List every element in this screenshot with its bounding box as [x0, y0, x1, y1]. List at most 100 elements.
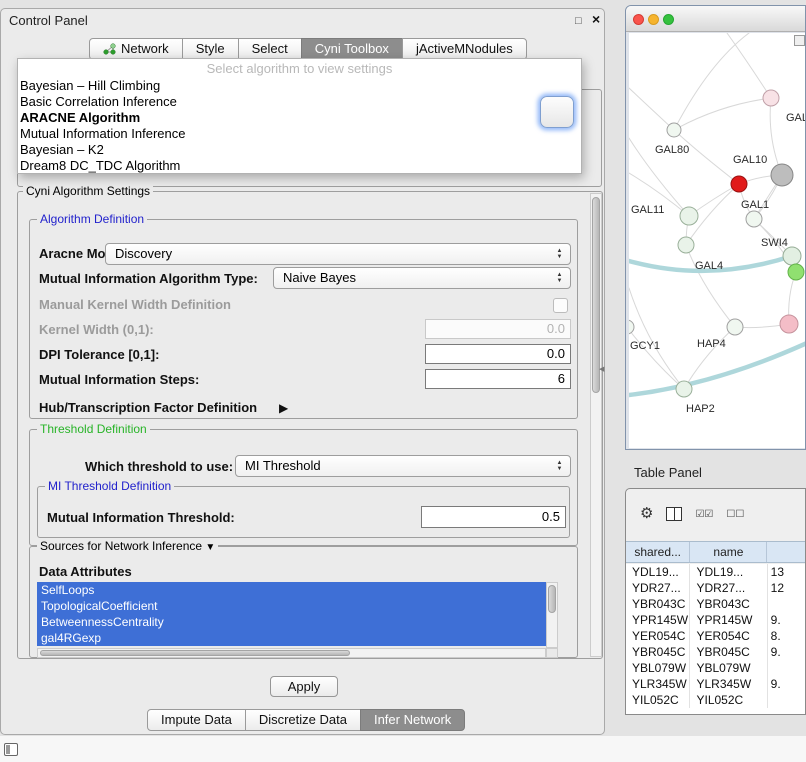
splitter-collapse-icon[interactable]: ◀: [599, 365, 604, 373]
column-header-extra[interactable]: [767, 542, 806, 562]
node-label-gcy1: GCY1: [630, 340, 660, 352]
network-node[interactable]: [783, 247, 801, 265]
network-edge[interactable]: [674, 98, 771, 130]
network-node[interactable]: [771, 164, 793, 186]
network-edge[interactable]: [674, 130, 739, 184]
attribute-list-hscrollbar[interactable]: [37, 648, 546, 658]
table-cell: 8.: [768, 628, 806, 644]
algorithm-option-basic-correlation-inference[interactable]: Basic Correlation Inference: [18, 94, 581, 110]
apply-button[interactable]: Apply: [270, 676, 338, 697]
table-cell: YBR043C: [690, 596, 767, 612]
table-row[interactable]: YER054CYER054C8.: [626, 628, 806, 644]
birds-eye-corner-widget[interactable]: [794, 35, 805, 46]
table-cell: YLR345W: [626, 676, 690, 692]
network-node[interactable]: [763, 90, 779, 106]
docked-panel-icon[interactable]: [4, 743, 18, 756]
table-row[interactable]: YBL079WYBL079W: [626, 660, 806, 676]
which-threshold-select[interactable]: MI Threshold ▲▼: [235, 455, 571, 477]
zoom-traffic-button[interactable]: [663, 14, 674, 25]
float-window-icon[interactable]: □: [575, 14, 582, 28]
table-row[interactable]: YDR27...YDR27...12: [626, 580, 806, 596]
network-node[interactable]: [788, 264, 804, 280]
attribute-list-vscrollbar[interactable]: [546, 582, 558, 648]
attribute-item-topologicalcoefficient[interactable]: TopologicalCoefficient: [37, 598, 546, 614]
clear-all-checkboxes-icon[interactable]: ☐☐: [726, 509, 744, 520]
network-edge[interactable]: [770, 98, 782, 175]
network-tab-icon: [103, 43, 116, 55]
network-edge[interactable]: [727, 33, 771, 98]
settings-scrollbar-thumb[interactable]: [592, 197, 600, 393]
network-node[interactable]: [746, 211, 762, 227]
collapse-down-icon: ▼: [205, 542, 215, 553]
network-graph[interactable]: GAL80GAL10GALGAL11GAL1SWI4GAL4GCY1HAP4HA…: [629, 33, 806, 448]
dpi-tolerance-input[interactable]: 0.0: [425, 344, 571, 364]
network-canvas[interactable]: GAL80GAL10GALGAL11GAL1SWI4GAL4GCY1HAP4HA…: [629, 33, 806, 448]
combo-stepper-icon: ▲▼: [555, 460, 564, 472]
network-window-titlebar[interactable]: [626, 6, 805, 32]
network-node[interactable]: [678, 237, 694, 253]
algorithm-option-bayesian-k2[interactable]: Bayesian – K2: [18, 142, 581, 158]
attribute-item-selfloops[interactable]: SelfLoops: [37, 582, 546, 598]
attribute-item-gal4rgexp[interactable]: gal4RGexp: [37, 630, 546, 646]
close-window-icon[interactable]: ×: [592, 12, 600, 26]
column-header-name[interactable]: name: [690, 542, 767, 562]
table-row[interactable]: YLR345WYLR345W9.: [626, 676, 806, 692]
vscrollbar-thumb[interactable]: [548, 585, 556, 613]
columns-icon[interactable]: [666, 507, 682, 521]
collapse-right-icon[interactable]: ▶: [279, 400, 288, 416]
table-row[interactable]: YDL19...YDL19...13: [626, 564, 806, 580]
table-row[interactable]: YBR043CYBR043C: [626, 596, 806, 612]
table-row[interactable]: YIL052CYIL052C: [626, 692, 806, 708]
network-node[interactable]: [667, 123, 681, 137]
table-row[interactable]: YPR145WYPR145W9.: [626, 612, 806, 628]
table-cell: YDR27...: [626, 580, 690, 596]
mi-steps-input[interactable]: 6: [425, 369, 571, 389]
bottom-tab-impute-data[interactable]: Impute Data: [147, 709, 246, 731]
network-edge[interactable]: [629, 288, 684, 389]
algorithm-options-button[interactable]: [540, 96, 574, 128]
manual-kernel-checkbox[interactable]: [553, 298, 568, 313]
hscrollbar-thumb[interactable]: [40, 650, 350, 656]
table-row[interactable]: YBR045CYBR045C9.: [626, 644, 806, 660]
tab-label: jActiveMNodules: [416, 39, 513, 59]
network-edge[interactable]: [686, 245, 735, 327]
aracne-mode-select[interactable]: Discovery ▲▼: [105, 243, 571, 265]
gear-icon[interactable]: ⚙: [640, 504, 653, 524]
table-cell: 9.: [768, 676, 806, 692]
mi-threshold-input[interactable]: 0.5: [421, 506, 566, 528]
network-edge[interactable]: [629, 327, 684, 389]
close-traffic-button[interactable]: [633, 14, 644, 25]
tab-cyni-toolbox[interactable]: Cyni Toolbox: [301, 38, 403, 60]
attribute-item-betweennesscentrality[interactable]: BetweennessCentrality: [37, 614, 546, 630]
column-header-shared[interactable]: shared...: [626, 542, 690, 562]
algorithm-option-bayesian-hill-climbing[interactable]: Bayesian – Hill Climbing: [18, 78, 581, 94]
minimize-traffic-button[interactable]: [648, 14, 659, 25]
network-node[interactable]: [680, 207, 698, 225]
bottom-tab-discretize-data[interactable]: Discretize Data: [245, 709, 361, 731]
mi-type-select[interactable]: Naive Bayes ▲▼: [273, 267, 571, 289]
select-all-checkboxes-icon[interactable]: ☑☑: [695, 509, 713, 520]
table-cell: YIL052C: [690, 692, 767, 708]
hub-section-label[interactable]: Hub/Transcription Factor Definition: [39, 400, 257, 416]
table-header-row: shared...name: [626, 541, 806, 563]
node-label-gal11: GAL11: [631, 204, 664, 216]
tab-select[interactable]: Select: [238, 38, 302, 60]
sources-group-title[interactable]: Sources for Network Inference ▼: [37, 539, 218, 553]
tab-network[interactable]: Network: [89, 38, 183, 60]
network-node[interactable]: [731, 176, 747, 192]
algorithm-option-mutual-information-inference[interactable]: Mutual Information Inference: [18, 126, 581, 142]
algorithm-option-dream8-dc-tdc-algorithm[interactable]: Dream8 DC_TDC Algorithm: [18, 158, 581, 174]
bottom-tab-infer-network[interactable]: Infer Network: [360, 709, 465, 731]
kernel-width-input[interactable]: 0.0: [425, 319, 571, 339]
tab-style[interactable]: Style: [182, 38, 239, 60]
mi-threshold-label: Mutual Information Threshold:: [47, 510, 235, 526]
node-label-gal: GAL: [786, 112, 806, 124]
tab-jactivemnodules[interactable]: jActiveMNodules: [402, 38, 527, 60]
settings-scrollbar[interactable]: [590, 193, 602, 657]
network-node[interactable]: [676, 381, 692, 397]
algorithm-option-aracne-algorithm[interactable]: ARACNE Algorithm: [18, 110, 581, 126]
network-node[interactable]: [629, 320, 634, 334]
network-node[interactable]: [727, 319, 743, 335]
network-node[interactable]: [780, 315, 798, 333]
network-edge[interactable]: [629, 88, 674, 130]
